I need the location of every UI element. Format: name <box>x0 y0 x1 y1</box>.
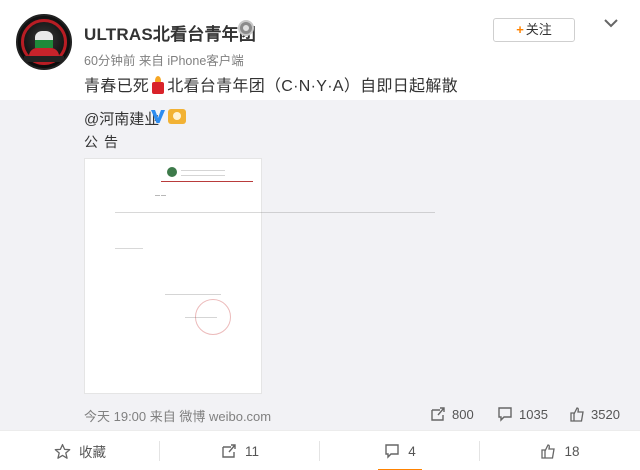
post-text-part2: 北看台青年团（C·N·Y·A）自即日起解散 <box>167 78 458 95</box>
like-button[interactable]: 18 <box>480 431 640 470</box>
comment-icon <box>498 407 512 422</box>
repost-author-link[interactable]: @河南建业 <box>84 108 159 129</box>
letterhead-rule <box>161 181 253 182</box>
club-logo-icon <box>167 167 177 177</box>
document-paragraph: ————————————————————————————————————————… <box>115 209 435 214</box>
share-icon <box>222 444 236 458</box>
action-bar: 收藏 11 4 18 <box>0 430 640 470</box>
like-count-value: 3520 <box>591 406 620 422</box>
username-link[interactable]: ULTRAS北看台青年团 <box>84 20 256 45</box>
document-letterhead: ——————————— ——————————— <box>181 167 225 177</box>
member-level-badge-icon[interactable] <box>168 109 186 124</box>
document-title: —— <box>155 193 167 199</box>
post-text-part1: 青春已死 <box>84 78 150 95</box>
verified-v-icon <box>151 110 165 123</box>
avatar-mask <box>35 40 53 48</box>
star-icon <box>54 443 71 459</box>
post-meta: 60分钟前 来自 iPhone客户端 <box>84 54 244 68</box>
like-count[interactable]: 3520 <box>569 406 620 422</box>
user-avatar[interactable] <box>16 14 72 70</box>
repost-count-value: 800 <box>452 406 474 422</box>
share-icon <box>431 407 445 421</box>
repost-text: 公告 <box>84 134 124 150</box>
plus-icon: + <box>516 22 524 37</box>
follow-button[interactable]: + 关注 <box>493 18 575 42</box>
post-header: ULTRAS北看台青年团 60分钟前 来自 iPhone客户端 + 关注 青春已死… <box>0 0 640 100</box>
chevron-down-icon[interactable] <box>602 16 620 30</box>
repost-time-source[interactable]: 今天 19:00 来自 微博 weibo.com <box>84 406 271 425</box>
comment-button[interactable]: 4 <box>320 431 480 470</box>
repost-button[interactable]: 11 <box>160 431 320 470</box>
reposted-content: @河南建业 公告 ——————————— ——————————— —— ————… <box>0 100 640 430</box>
repost-count[interactable]: 800 <box>430 406 474 422</box>
candle-emoji-icon <box>150 76 166 94</box>
follow-label: 关注 <box>525 22 552 37</box>
thumbs-up-icon <box>570 407 584 422</box>
comment-count-value: 1035 <box>519 406 548 422</box>
like-action-count: 18 <box>564 443 580 459</box>
repost-action-count: 11 <box>244 443 259 459</box>
comment-icon <box>385 444 399 459</box>
thumbs-up-icon <box>541 444 556 459</box>
announcement-image[interactable]: ——————————— ——————————— —— —————————————… <box>84 158 435 394</box>
comment-action-count: 4 <box>408 443 416 459</box>
avatar-band <box>24 56 64 62</box>
document-closing: ——————— <box>115 245 143 250</box>
favorite-label: 收藏 <box>79 445 106 460</box>
post-text: 青春已死 北看台青年团（C·N·Y·A）自即日起解散 <box>84 72 458 96</box>
comment-count[interactable]: 1035 <box>497 406 548 422</box>
document-signatory: —————————————— <box>165 291 221 296</box>
document-date: ———————— <box>185 314 217 319</box>
member-badge-icon[interactable] <box>238 20 254 36</box>
favorite-button[interactable]: 收藏 <box>0 431 160 470</box>
